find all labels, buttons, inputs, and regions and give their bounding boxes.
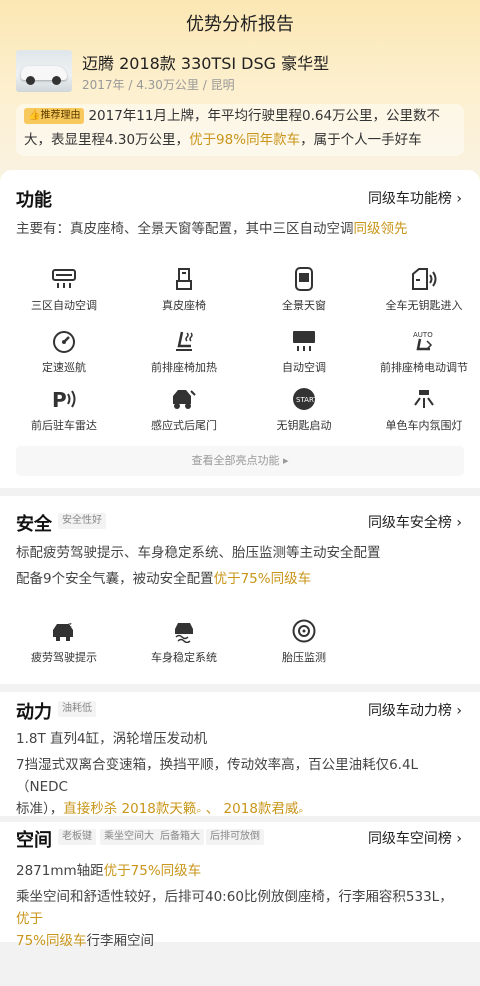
space-rank-link[interactable]: 同级车空间榜 › (368, 828, 462, 848)
keyless-start-icon: START (291, 386, 317, 412)
safety-title: 安全 (16, 514, 52, 535)
view-all-features-button[interactable]: 查看全部亮点功能 ▸ (16, 446, 464, 476)
feature-item: P 前后驻车雷达 (31, 386, 97, 432)
chevron-right-icon: › (456, 703, 462, 719)
safety-card: 安全 安全性好 同级车安全榜 › 标配疲劳驾驶提示、车身稳定系统、胎压监测等主动… (0, 496, 480, 684)
space-tag: 后排可放倒 (206, 829, 264, 845)
features-card: 功能 同级车功能榜 › 主要有：真皮座椅、全景天窗等配置，其中三区自动空调同级领… (0, 170, 480, 488)
features-rank-link[interactable]: 同级车功能榜 › (368, 188, 462, 208)
feature-item: START 无钥匙启动 (244, 386, 364, 433)
cruise-control-icon (51, 328, 77, 354)
svg-text:START: START (296, 396, 316, 404)
recommend-box: 👍推荐理由 2017年11月上牌，年平均行驶里程0.64万公里，公里数不大，表显里… (16, 104, 464, 156)
recommend-text-end: ，属于个人一手好车 (300, 132, 422, 148)
safety-item: 胎压监测 (244, 618, 364, 665)
leather-seat-icon (171, 266, 197, 292)
feature-item: AUTO 前排座椅电动调节 (364, 328, 480, 375)
search-icon: ⌕ (298, 806, 304, 816)
car-name: 迈腾 2018款 330TSI DSG 豪华型 (82, 54, 330, 73)
power-seat-icon: AUTO (411, 328, 437, 354)
stability-control-icon (171, 618, 197, 644)
seat-heating-icon (171, 328, 197, 354)
feature-item: 三区自动空调 (4, 266, 124, 313)
keyless-entry-icon (411, 266, 437, 292)
sunroof-icon (291, 266, 317, 292)
parking-radar-icon: P (51, 386, 77, 412)
feature-item: 感应式后尾门 (124, 386, 244, 433)
space-line-1: 2871mm轴距优于75%同级车 (16, 863, 202, 879)
climate-control-icon (51, 266, 77, 292)
compare-link-regal[interactable]: 2018款君威 (224, 801, 299, 817)
svg-text:AUTO: AUTO (413, 331, 433, 339)
safety-item: z 疲劳驾驶提示 (4, 618, 124, 665)
feature-item: 定速巡航 (4, 328, 124, 375)
space-title: 空间 (16, 830, 52, 851)
power-line-1: 1.8T 直列4缸，涡轮增压发动机 (16, 731, 208, 747)
power-title: 动力 (16, 702, 52, 723)
features-title: 功能 (16, 190, 52, 211)
feature-item: 全车无钥匙进入 (364, 266, 480, 313)
triangle-right-icon: ▸ (282, 454, 289, 467)
auto-ac-icon (291, 328, 317, 354)
recommend-highlight: 优于98%同年款车 (189, 132, 301, 148)
power-card: 动力 油耗低 同级车动力榜 › 1.8T 直列4缸，涡轮增压发动机 7挡湿式双离… (0, 692, 480, 817)
ambient-light-icon (411, 386, 437, 412)
car-summary[interactable]: 迈腾 2018款 330TSI DSG 豪华型 2017年 / 4.30万公里 … (16, 50, 466, 96)
safety-item: 车身稳定系统 (124, 618, 244, 665)
space-tag: 后备箱大 (156, 829, 204, 845)
svg-text:P: P (52, 388, 67, 411)
tire-pressure-icon (291, 618, 317, 644)
chevron-right-icon: › (456, 191, 462, 207)
car-thumbnail[interactable] (16, 50, 72, 92)
safety-line-1: 标配疲劳驾驶提示、车身稳定系统、胎压监测等主动安全配置 (16, 545, 381, 561)
thumbs-up-icon: 👍 (28, 110, 41, 121)
feature-item: 自动空调 (244, 328, 364, 375)
feature-item: 真皮座椅 (124, 266, 244, 313)
power-line-2: 7挡湿式双离合变速箱，换挡平顺，传动效率高，百公里油耗仅6.4L（NEDC 标准）… (16, 757, 419, 817)
space-line-2: 乘坐空间和舒适性较好，后排可40:60比例放倒座椅，行李厢容积533L，优于 75… (16, 889, 453, 949)
svg-text:z: z (68, 621, 72, 629)
safety-rank-link[interactable]: 同级车安全榜 › (368, 512, 462, 532)
space-tag: 老板键 (58, 829, 96, 845)
fatigue-alert-icon: z (51, 618, 77, 644)
feature-item: 单色车内氛围灯 (364, 386, 480, 433)
features-summary: 主要有：真皮座椅、全景天窗等配置，其中三区自动空调同级领先 (16, 221, 408, 237)
tailgate-icon (171, 386, 197, 412)
car-meta: 2017年 / 4.30万公里 / 昆明 (82, 78, 235, 92)
page-title: 优势分析报告 (186, 14, 294, 35)
feature-item: 前排座椅加热 (124, 328, 244, 375)
chevron-right-icon: › (456, 831, 462, 847)
power-tag: 油耗低 (58, 701, 96, 717)
recommend-badge: 👍推荐理由 (24, 108, 85, 124)
space-tag: 乘坐空间大 (100, 829, 158, 845)
chevron-right-icon: › (456, 515, 462, 531)
safety-line-2: 配备9个安全气囊，被动安全配置优于75%同级车 (16, 571, 312, 587)
safety-tag: 安全性好 (58, 513, 106, 529)
space-card: 空间 老板键 乘坐空间大 后备箱大 后排可放倒 同级车空间榜 › 2871mm轴… (0, 822, 480, 949)
feature-item: 全景天窗 (244, 266, 364, 313)
power-rank-link[interactable]: 同级车动力榜 › (368, 700, 462, 720)
compare-link-teana[interactable]: 直接秒杀 2018款天籁 (63, 801, 196, 817)
